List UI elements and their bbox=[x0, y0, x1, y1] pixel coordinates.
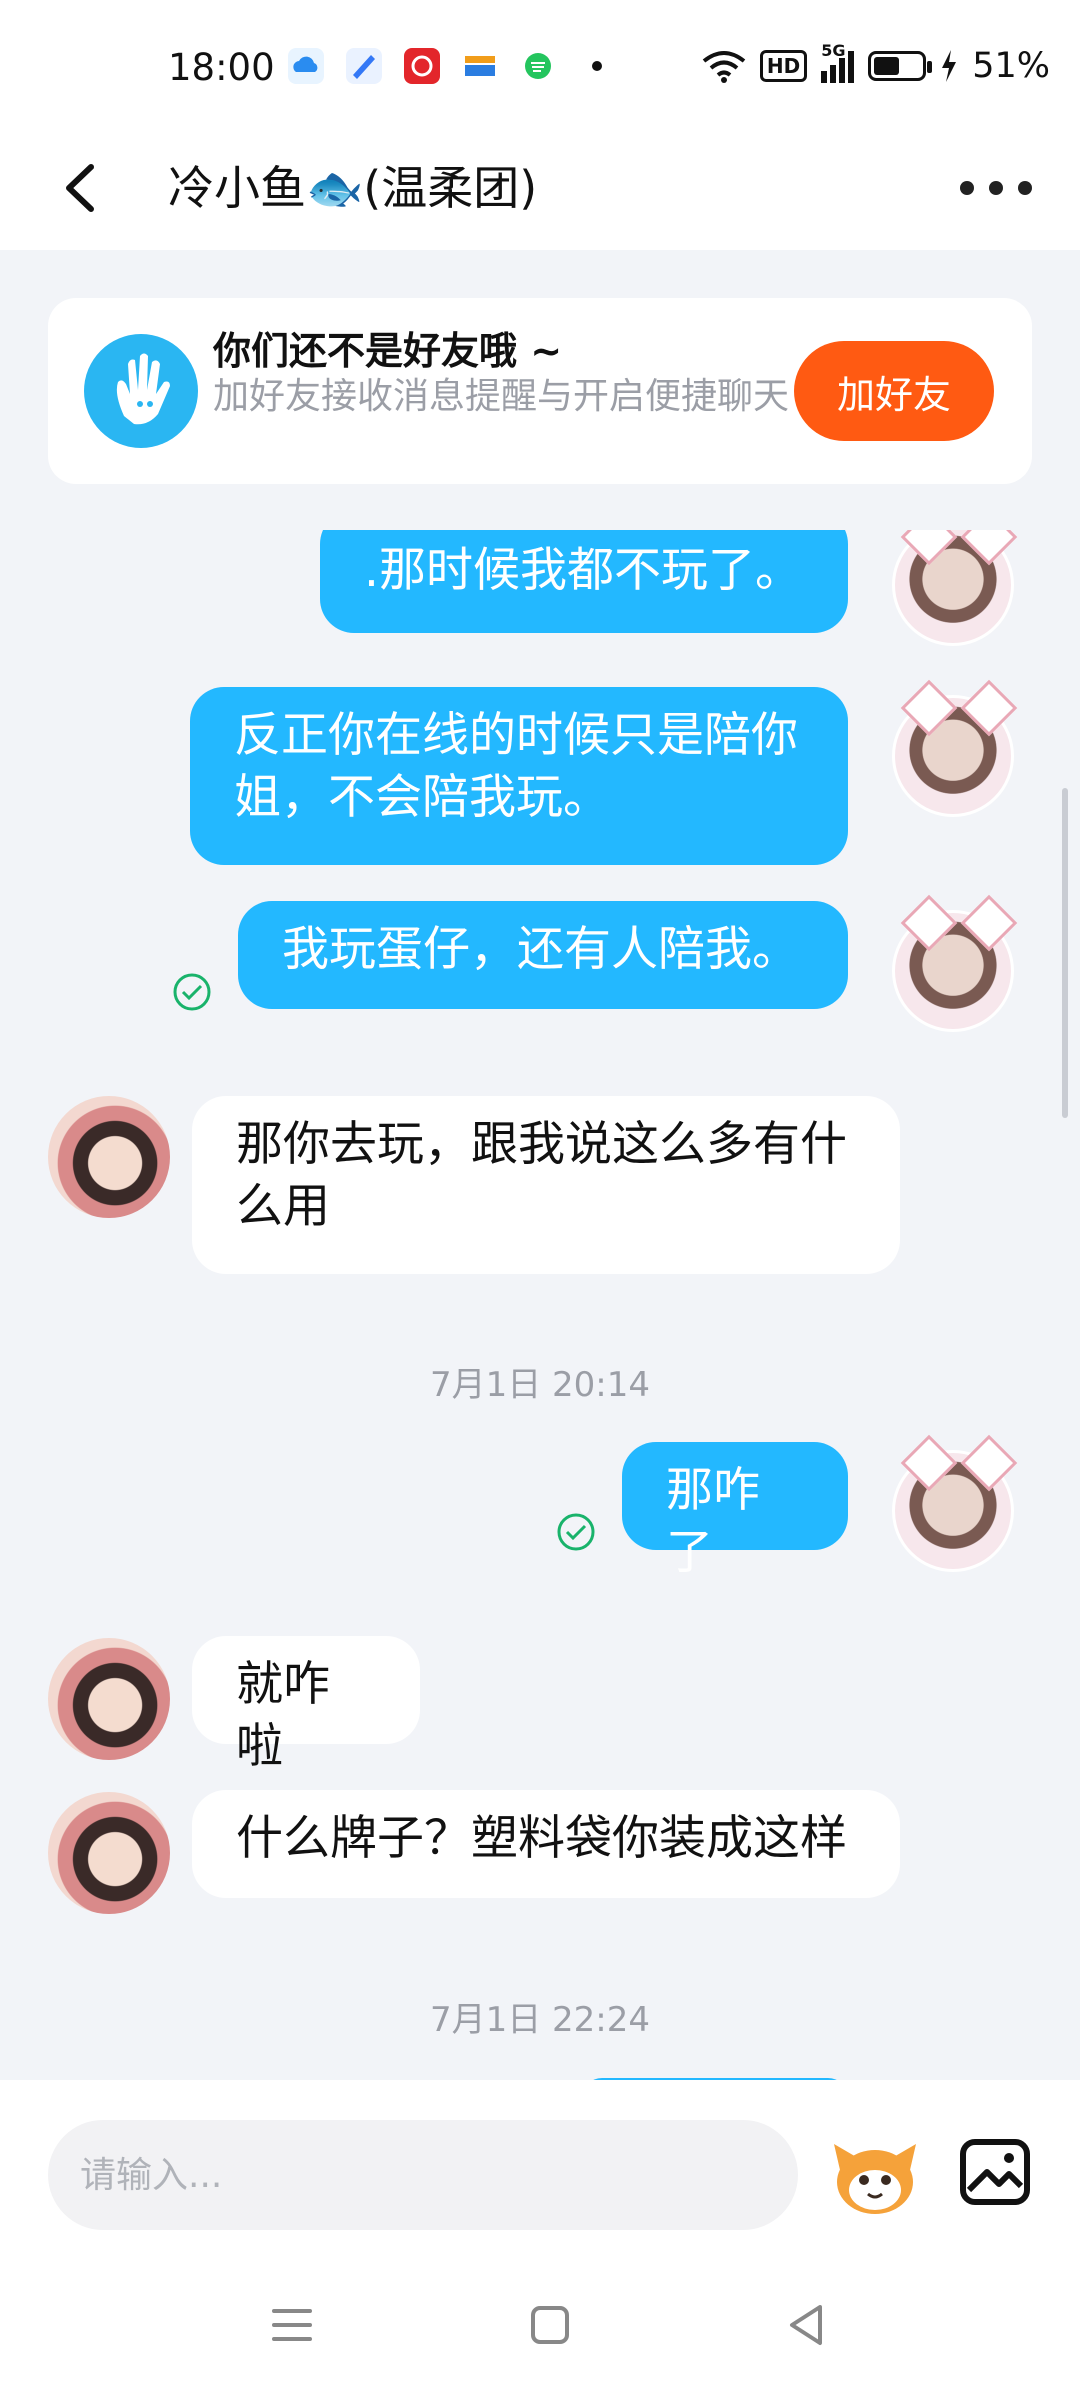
message-input[interactable] bbox=[48, 2120, 798, 2230]
status-bar: 18:00 HD 5G 51% bbox=[0, 0, 1080, 135]
back-button[interactable] bbox=[55, 153, 115, 223]
blue-app-icon bbox=[346, 48, 382, 84]
message-text: .那时候我都不玩了。 bbox=[364, 543, 802, 598]
message-list[interactable]: .那时候我都不玩了。 反正你在线的时候只是陪你姐，不会陪我玩。 我玩蛋仔，还有人… bbox=[0, 530, 1080, 2080]
system-nav-bar bbox=[0, 2250, 1080, 2400]
self-avatar[interactable] bbox=[892, 894, 1018, 1032]
message-bubble-incoming[interactable]: 那你去玩，跟我说这么多有什么用 bbox=[192, 1096, 900, 1274]
green-app-icon bbox=[520, 48, 556, 84]
message-text: 反正你在线的时候只是陪你姐，不会陪我玩。 bbox=[234, 708, 798, 825]
self-avatar[interactable] bbox=[892, 679, 1018, 817]
banner-title: 你们还不是好友哦 ~ bbox=[213, 329, 563, 373]
read-check-icon bbox=[173, 973, 211, 1011]
hd-badge: HD bbox=[759, 50, 808, 82]
scrollbar[interactable] bbox=[1062, 788, 1068, 1118]
menu-icon bbox=[272, 2309, 312, 2341]
more-dot-icon bbox=[960, 181, 974, 195]
chat-header: 冷小鱼🐟(温柔团) bbox=[0, 135, 1080, 250]
triangle-back-icon bbox=[790, 2305, 822, 2345]
battery-percent: 51% bbox=[972, 46, 1050, 86]
contact-avatar[interactable] bbox=[48, 1096, 170, 1218]
cloud-app-icon bbox=[288, 48, 324, 84]
red-app-icon bbox=[404, 48, 440, 84]
charging-icon bbox=[942, 50, 957, 82]
chevron-left-icon bbox=[66, 164, 94, 212]
mascot-emoji-icon bbox=[834, 2144, 916, 2214]
avatar-ear-decoration bbox=[960, 1434, 1018, 1492]
message-text: 那咋了 bbox=[666, 1463, 760, 1580]
avatar-ear-decoration bbox=[960, 530, 1018, 566]
avatar-ear-decoration bbox=[960, 679, 1018, 737]
avatar-ear-decoration bbox=[960, 894, 1018, 952]
image-icon bbox=[960, 2139, 1030, 2205]
avatar-ear-decoration bbox=[900, 530, 958, 566]
self-avatar[interactable] bbox=[892, 530, 1018, 646]
message-timestamp: 7月1日 20:14 bbox=[429, 1365, 651, 1405]
banner-subtitle: 加好友接收消息提醒与开启便捷聊天 bbox=[213, 376, 790, 417]
chat-title: 冷小鱼🐟(温柔团) bbox=[168, 161, 538, 215]
more-dot-icon bbox=[1018, 181, 1032, 195]
wallet-app-icon bbox=[462, 48, 498, 84]
home-nav-button[interactable] bbox=[520, 2295, 580, 2355]
more-dot-icon bbox=[989, 181, 1003, 195]
more-options-button[interactable] bbox=[960, 173, 1032, 203]
message-bubble-outgoing[interactable]: 反正你在线的时候只是陪你姐，不会陪我玩。 bbox=[190, 687, 848, 865]
avatar-ear-decoration bbox=[900, 894, 958, 952]
add-friend-button[interactable]: 加好友 bbox=[794, 341, 994, 441]
message-text: 我玩蛋仔，还有人陪我。 bbox=[282, 922, 799, 977]
more-notifications-dot bbox=[592, 61, 602, 71]
input-bar bbox=[0, 2080, 1080, 2250]
contact-avatar[interactable] bbox=[48, 1792, 170, 1914]
wifi-icon bbox=[702, 51, 746, 83]
emoji-button[interactable] bbox=[830, 2130, 920, 2220]
battery-icon bbox=[868, 51, 933, 81]
message-bubble-incoming[interactable]: 什么牌子？塑料袋你装成这样 bbox=[192, 1790, 900, 1898]
message-text: 那你去玩，跟我说这么多有什么用 bbox=[236, 1117, 847, 1234]
message-bubble-outgoing[interactable]: 我玩蛋仔，还有人陪我。 bbox=[238, 901, 848, 1009]
self-avatar[interactable] bbox=[892, 1434, 1018, 1572]
signal-icon: 5G bbox=[821, 41, 855, 83]
status-time: 18:00 bbox=[168, 46, 275, 89]
read-check-icon bbox=[557, 1513, 595, 1551]
message-bubble-outgoing[interactable]: 那咋了 bbox=[622, 1442, 848, 1580]
message-timestamp: 7月1日 22:24 bbox=[429, 2000, 651, 2040]
system-status: HD 5G 51% bbox=[702, 41, 1050, 86]
notification-icons bbox=[288, 48, 602, 84]
add-friend-banner: 你们还不是好友哦 ~ 加好友接收消息提醒与开启便捷聊天 加好友 bbox=[48, 298, 1032, 484]
wave-hand-icon bbox=[84, 334, 198, 448]
menu-nav-button[interactable] bbox=[262, 2295, 322, 2355]
back-nav-button[interactable] bbox=[778, 2295, 838, 2355]
message-text: 什么牌子？塑料袋你装成这样 bbox=[236, 1811, 847, 1866]
contact-avatar[interactable] bbox=[48, 1638, 170, 1760]
avatar-ear-decoration bbox=[900, 1434, 958, 1492]
message-bubble-incoming[interactable]: 就咋啦 bbox=[192, 1636, 420, 1774]
message-text: 就咋啦 bbox=[236, 1657, 330, 1774]
image-button[interactable] bbox=[955, 2132, 1035, 2212]
avatar-ear-decoration bbox=[900, 679, 958, 737]
message-bubble-outgoing[interactable]: .那时候我都不玩了。 bbox=[320, 530, 848, 633]
home-square-icon bbox=[531, 2306, 569, 2344]
network-type: 5G bbox=[821, 41, 846, 60]
